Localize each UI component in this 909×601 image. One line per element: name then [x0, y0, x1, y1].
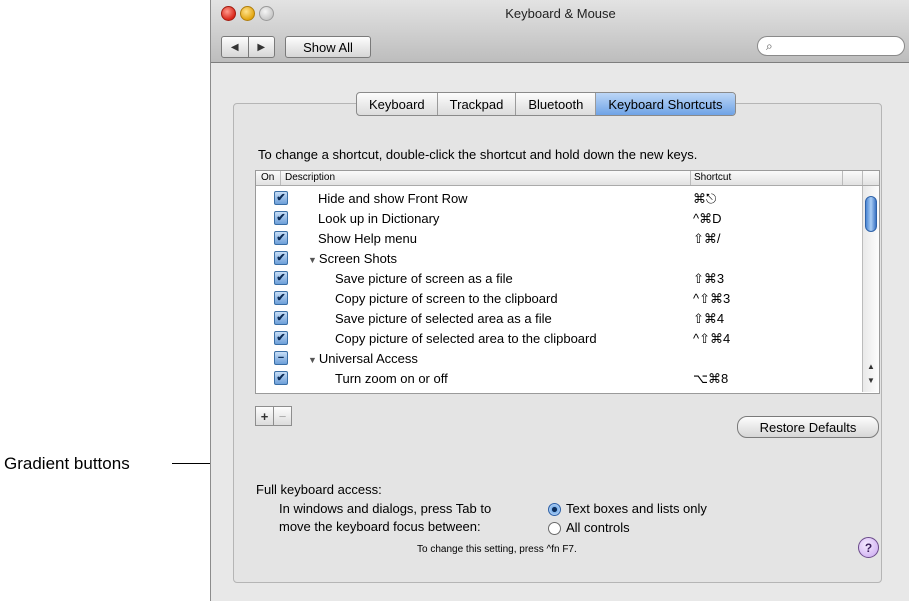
vertical-scrollbar[interactable]: ▲ ▼ — [862, 186, 879, 392]
table-row[interactable]: ✔ Look up in Dictionary ^⌘D — [256, 209, 861, 229]
instruction-text: To change a shortcut, double-click the s… — [258, 147, 698, 162]
row-description: Look up in Dictionary — [318, 211, 440, 226]
row-shortcut[interactable]: ^⇧⌘3 — [693, 291, 730, 307]
scrollbar-thumb[interactable] — [865, 196, 877, 232]
restore-defaults-button[interactable]: Restore Defaults — [737, 416, 879, 438]
column-divider — [690, 171, 691, 185]
row-checkbox[interactable]: ✔ — [274, 231, 288, 245]
row-shortcut[interactable]: ⇧⌘3 — [693, 271, 724, 287]
gradient-buttons-callout-label: Gradient buttons — [4, 454, 130, 473]
table-row[interactable]: ✔ Save picture of selected area as a fil… — [256, 309, 861, 329]
row-description: Save picture of screen as a file — [335, 271, 513, 286]
row-checkbox[interactable]: ✔ — [274, 371, 288, 385]
radio-all-controls[interactable] — [548, 522, 561, 535]
table-row-group[interactable]: ✔ ▼ Screen Shots — [256, 249, 861, 269]
titlebar: Keyboard & Mouse ◀ ▶ Show All ⌕ — [211, 0, 909, 63]
keyboard-access-note: To change this setting, press ^fn F7. — [417, 544, 577, 555]
tab-bar: Keyboard Trackpad Bluetooth Keyboard Sho… — [356, 92, 736, 116]
row-checkbox[interactable]: ✔ — [274, 291, 288, 305]
back-arrow-icon[interactable]: ◀ — [222, 37, 249, 57]
row-description: ▼ Screen Shots — [308, 251, 397, 266]
row-checkbox-mixed[interactable]: − — [274, 351, 288, 365]
scroll-down-arrow-icon[interactable]: ▼ — [867, 376, 875, 385]
help-button[interactable]: ? — [858, 537, 879, 558]
full-keyboard-access-line2: move the keyboard focus between: — [279, 519, 481, 534]
row-shortcut[interactable]: ⇧⌘/ — [693, 231, 721, 247]
row-shortcut[interactable]: ^⇧⌘4 — [693, 331, 730, 347]
add-shortcut-button[interactable]: + — [256, 407, 274, 425]
table-row[interactable]: ✔ Save picture of screen as a file ⇧⌘3 — [256, 269, 861, 289]
back-forward-control: ◀ ▶ — [221, 36, 275, 58]
group-label: Universal Access — [318, 351, 418, 366]
column-header-description[interactable]: Description — [285, 172, 335, 183]
column-divider — [280, 171, 281, 185]
row-checkbox[interactable]: ✔ — [274, 331, 288, 345]
row-shortcut[interactable]: ⌘⎋ — [693, 191, 716, 207]
row-checkbox[interactable]: ✔ — [274, 211, 288, 225]
table-row[interactable]: ✔ Copy picture of selected area to the c… — [256, 329, 861, 349]
group-label: Screen Shots — [318, 251, 397, 266]
row-checkbox[interactable]: ✔ — [274, 191, 288, 205]
row-description: ▼ Universal Access — [308, 351, 418, 366]
row-description: Save picture of selected area as a file — [335, 311, 552, 326]
tab-keyboard-shortcuts[interactable]: Keyboard Shortcuts — [596, 93, 735, 115]
table-header: On Description Shortcut — [256, 171, 879, 186]
row-shortcut[interactable]: ^⌘D — [693, 211, 722, 227]
tab-keyboard[interactable]: Keyboard — [357, 93, 438, 115]
column-header-on[interactable]: On — [261, 172, 274, 183]
radio-label-text-boxes[interactable]: Text boxes and lists only — [566, 501, 707, 516]
gradient-buttons: + − — [255, 406, 292, 426]
column-header-shortcut[interactable]: Shortcut — [694, 172, 731, 183]
radio-text-boxes-and-lists[interactable] — [548, 503, 561, 516]
disclosure-triangle-icon[interactable]: ▼ — [308, 255, 317, 265]
preferences-window: Keyboard & Mouse ◀ ▶ Show All ⌕ Keyboard… — [210, 0, 909, 601]
table-row[interactable]: ✔ Copy picture of screen to the clipboar… — [256, 289, 861, 309]
forward-arrow-icon[interactable]: ▶ — [249, 37, 275, 57]
window-title: Keyboard & Mouse — [505, 6, 616, 21]
table-row[interactable]: ✔ Turn zoom on or off ⌥⌘8 — [256, 369, 861, 389]
show-all-button[interactable]: Show All — [285, 36, 371, 58]
row-checkbox[interactable]: ✔ — [274, 311, 288, 325]
column-divider — [862, 171, 863, 185]
row-shortcut[interactable]: ⌥⌘8 — [693, 371, 728, 387]
row-checkbox[interactable]: ✔ — [274, 271, 288, 285]
table-row[interactable]: ✔ Hide and show Front Row ⌘⎋ — [256, 189, 861, 209]
disclosure-triangle-icon[interactable]: ▼ — [308, 355, 317, 365]
remove-shortcut-button[interactable]: − — [274, 407, 291, 425]
full-keyboard-access-title: Full keyboard access: — [256, 482, 382, 497]
row-description: Copy picture of screen to the clipboard — [335, 291, 558, 306]
full-keyboard-access-line1: In windows and dialogs, press Tab to — [279, 501, 492, 516]
magnifier-icon: ⌕ — [766, 39, 773, 53]
row-description: Show Help menu — [318, 231, 417, 246]
row-checkbox[interactable]: ✔ — [274, 251, 288, 265]
column-divider — [842, 171, 843, 185]
tab-trackpad[interactable]: Trackpad — [438, 93, 517, 115]
row-shortcut[interactable]: ⇧⌘4 — [693, 311, 724, 327]
table-row[interactable]: ✔ Show Help menu ⇧⌘/ — [256, 229, 861, 249]
scroll-up-arrow-icon[interactable]: ▲ — [867, 362, 875, 371]
search-field[interactable]: ⌕ — [757, 36, 905, 56]
row-description: Copy picture of selected area to the cli… — [335, 331, 597, 346]
shortcuts-table: On Description Shortcut ✔ Hide and show … — [255, 170, 880, 394]
radio-label-all-controls[interactable]: All controls — [566, 520, 630, 535]
row-description: Turn zoom on or off — [335, 371, 448, 386]
tab-bluetooth[interactable]: Bluetooth — [516, 93, 597, 115]
row-description: Hide and show Front Row — [318, 191, 468, 206]
table-row-group[interactable]: − ▼ Universal Access — [256, 349, 861, 369]
